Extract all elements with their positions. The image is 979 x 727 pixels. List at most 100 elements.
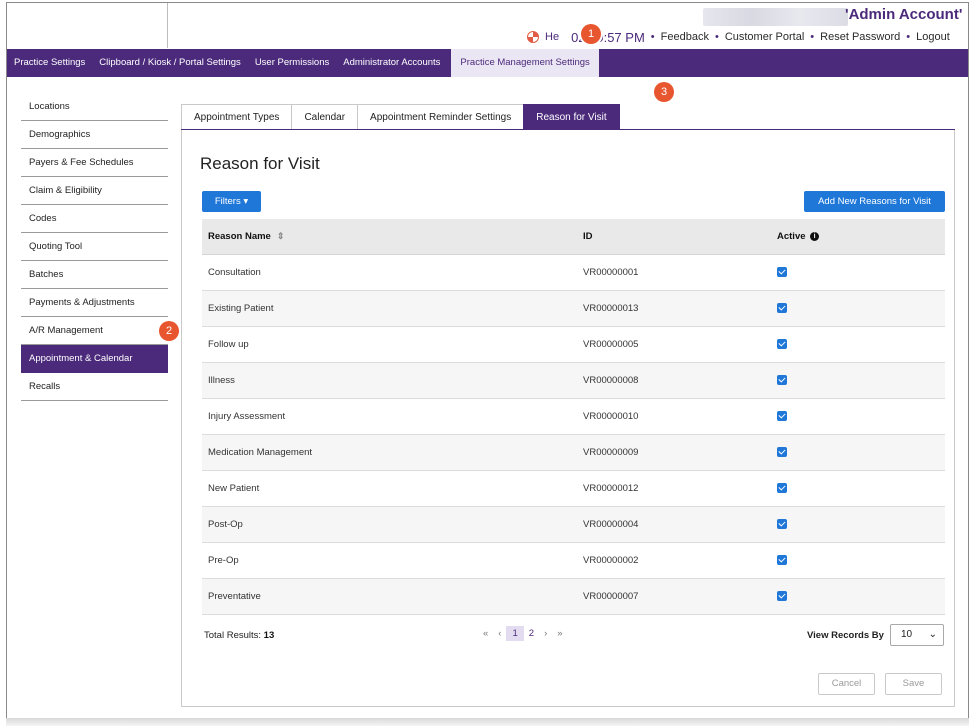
- nav-administrator-accounts[interactable]: Administrator Accounts: [336, 49, 447, 77]
- settings-tabs: Appointment Types Calendar Appointment R…: [181, 104, 620, 130]
- active-checkbox[interactable]: [777, 591, 787, 602]
- active-cell: [771, 506, 945, 543]
- column-header-active: Active i: [771, 219, 945, 255]
- redacted-practice-name: [703, 8, 848, 26]
- reason-id-cell: VR00000007: [577, 578, 771, 615]
- sidebar-item-quoting-tool[interactable]: Quoting Tool: [21, 233, 168, 261]
- active-checkbox[interactable]: [777, 447, 787, 458]
- reset-password-link[interactable]: Reset Password: [820, 31, 900, 43]
- app-window: 'Admin Account' He 02:59:57 PM • Feedbac…: [6, 2, 969, 720]
- reason-id-cell: VR00000010: [577, 398, 771, 435]
- sidebar-item-codes[interactable]: Codes: [21, 205, 168, 233]
- help-icon[interactable]: [527, 31, 539, 43]
- tab-appointment-reminder-settings[interactable]: Appointment Reminder Settings: [357, 104, 525, 130]
- nav-clipboard-kiosk-portal[interactable]: Clipboard / Kiosk / Portal Settings: [92, 49, 248, 77]
- table-row[interactable]: Follow up VR00000005: [202, 326, 945, 363]
- sidebar-item-payments-adjustments[interactable]: Payments & Adjustments: [21, 289, 168, 317]
- tab-appointment-types[interactable]: Appointment Types: [181, 104, 293, 130]
- sort-icon[interactable]: ⇕: [277, 231, 285, 241]
- reason-id-cell: VR00000002: [577, 542, 771, 579]
- active-checkbox[interactable]: [777, 267, 787, 278]
- table-row[interactable]: Post-Op VR00000004: [202, 506, 945, 543]
- reason-id-cell: VR00000008: [577, 362, 771, 399]
- active-checkbox[interactable]: [777, 375, 787, 386]
- separator: •: [714, 31, 719, 43]
- logout-link[interactable]: Logout: [916, 31, 950, 43]
- active-cell: [771, 542, 945, 579]
- next-page-icon[interactable]: ›: [539, 628, 552, 639]
- active-cell: [771, 254, 945, 291]
- cancel-button[interactable]: Cancel: [818, 673, 875, 695]
- first-page-icon[interactable]: «: [478, 628, 493, 639]
- sidebar: Locations Demographics Payers & Fee Sche…: [21, 93, 168, 401]
- active-checkbox[interactable]: [777, 303, 787, 314]
- tab-reason-for-visit[interactable]: Reason for Visit: [523, 104, 620, 130]
- chevron-down-icon: ⌄: [928, 629, 937, 640]
- table-row[interactable]: Medication Management VR00000009: [202, 434, 945, 471]
- table-row[interactable]: Consultation VR00000001: [202, 254, 945, 291]
- step-callout-3: 3: [654, 82, 674, 102]
- tab-calendar[interactable]: Calendar: [291, 104, 359, 130]
- page-title: Reason for Visit: [200, 154, 320, 173]
- step-callout-1: 1: [581, 24, 601, 44]
- table-row[interactable]: Pre-Op VR00000002: [202, 542, 945, 579]
- window-shadow: [6, 718, 969, 726]
- sidebar-item-appointment-calendar[interactable]: Appointment & Calendar: [21, 345, 168, 373]
- page-button-2[interactable]: 2: [524, 628, 539, 639]
- column-header-label: Reason Name: [208, 231, 271, 242]
- prev-page-icon[interactable]: ‹: [493, 628, 506, 639]
- reason-name-cell: Follow up: [202, 326, 577, 363]
- sidebar-item-claim-eligibility[interactable]: Claim & Eligibility: [21, 177, 168, 205]
- active-cell: [771, 578, 945, 615]
- add-new-reason-button[interactable]: Add New Reasons for Visit: [804, 191, 945, 212]
- nav-practice-settings[interactable]: Practice Settings: [7, 49, 92, 77]
- sidebar-item-recalls[interactable]: Recalls: [21, 373, 168, 401]
- top-header: 'Admin Account' He 02:59:57 PM • Feedbac…: [7, 3, 968, 49]
- active-cell: [771, 434, 945, 471]
- active-cell: [771, 398, 945, 435]
- page-button-1[interactable]: 1: [506, 626, 524, 641]
- sidebar-item-demographics[interactable]: Demographics: [21, 121, 168, 149]
- save-button[interactable]: Save: [885, 673, 942, 695]
- nav-practice-management-settings[interactable]: Practice Management Settings: [451, 49, 599, 77]
- table-row[interactable]: Preventative VR00000007: [202, 578, 945, 615]
- info-icon[interactable]: i: [810, 231, 820, 241]
- table-row[interactable]: New Patient VR00000012: [202, 470, 945, 507]
- reason-for-visit-panel: Reason for Visit Filters ▾ Add New Reaso…: [181, 130, 955, 707]
- reason-name-cell: Existing Patient: [202, 290, 577, 327]
- active-checkbox[interactable]: [777, 555, 787, 566]
- records-per-page-select[interactable]: 10 ⌄: [890, 624, 944, 646]
- active-checkbox[interactable]: [777, 411, 787, 422]
- reason-name-cell: New Patient: [202, 470, 577, 507]
- reason-id-cell: VR00000012: [577, 470, 771, 507]
- reason-id-cell: VR00000004: [577, 506, 771, 543]
- pagination: « ‹ 1 2 › »: [478, 626, 568, 641]
- column-header-reason-name[interactable]: Reason Name ⇕: [202, 219, 577, 255]
- reason-name-cell: Medication Management: [202, 434, 577, 471]
- sidebar-item-locations[interactable]: Locations: [21, 93, 168, 121]
- reasons-table: Reason Name ⇕ ID Active i Consultation VR…: [202, 219, 945, 615]
- active-checkbox[interactable]: [777, 519, 787, 530]
- separator: •: [810, 31, 815, 43]
- table-row[interactable]: Existing Patient VR00000013: [202, 290, 945, 327]
- active-checkbox[interactable]: [777, 483, 787, 494]
- table-row[interactable]: Illness VR00000008: [202, 362, 945, 399]
- nav-user-permissions[interactable]: User Permissions: [248, 49, 336, 77]
- customer-portal-link[interactable]: Customer Portal: [725, 31, 804, 43]
- active-checkbox[interactable]: [777, 339, 787, 350]
- main-nav: Practice Settings Clipboard / Kiosk / Po…: [7, 49, 968, 77]
- reason-id-cell: VR00000001: [577, 254, 771, 291]
- filters-button[interactable]: Filters ▾: [202, 191, 261, 212]
- sidebar-item-ar-management[interactable]: A/R Management: [21, 317, 168, 345]
- filters-label: Filters: [214, 196, 241, 207]
- reason-name-cell: Illness: [202, 362, 577, 399]
- table-row[interactable]: Injury Assessment VR00000010: [202, 398, 945, 435]
- sidebar-item-payers-fee-schedules[interactable]: Payers & Fee Schedules: [21, 149, 168, 177]
- feedback-link[interactable]: Feedback: [661, 31, 709, 43]
- step-callout-2: 2: [159, 321, 179, 341]
- column-header-label: Active: [777, 231, 806, 242]
- help-link[interactable]: He: [545, 31, 559, 43]
- last-page-icon[interactable]: »: [552, 628, 567, 639]
- sidebar-item-batches[interactable]: Batches: [21, 261, 168, 289]
- active-cell: [771, 290, 945, 327]
